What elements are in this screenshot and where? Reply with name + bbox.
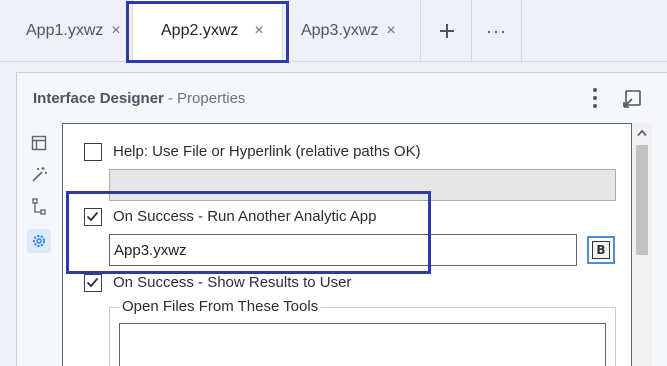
panel-subtitle: - Properties bbox=[167, 89, 246, 107]
browse-icon: B bbox=[592, 241, 610, 259]
browse-button[interactable]: B bbox=[587, 236, 615, 264]
close-icon[interactable]: × bbox=[386, 22, 395, 40]
more-tabs-button[interactable]: ··· bbox=[472, 0, 522, 62]
tab-label: App1.yxwz bbox=[26, 22, 104, 39]
help-checkbox[interactable] bbox=[84, 143, 102, 161]
undock-icon[interactable] bbox=[621, 88, 643, 110]
plus-icon bbox=[439, 24, 454, 38]
tab-app2[interactable]: App2.yxwz × bbox=[133, 0, 283, 62]
tab-label: App3.yxwz bbox=[301, 22, 379, 39]
vertical-scrollbar[interactable] bbox=[632, 123, 652, 366]
open-files-tool-list[interactable] bbox=[119, 323, 606, 366]
panel-header: Interface Designer - Properties bbox=[17, 73, 652, 123]
tab-app3[interactable]: App3.yxwz × bbox=[283, 0, 421, 62]
help-label: Help: Use File or Hyperlink (relative pa… bbox=[113, 143, 421, 160]
tab-label: App2.yxwz bbox=[161, 22, 239, 39]
ellipsis-icon: ··· bbox=[486, 20, 507, 41]
kebab-menu-icon[interactable] bbox=[589, 87, 601, 109]
run-app-checkbox[interactable] bbox=[84, 208, 102, 226]
gear-icon[interactable] bbox=[27, 229, 51, 253]
tree-icon[interactable] bbox=[27, 195, 51, 219]
run-app-path-input[interactable]: App3.yxwz bbox=[109, 234, 577, 266]
close-icon[interactable]: × bbox=[254, 22, 263, 40]
layout-icon[interactable] bbox=[27, 131, 51, 155]
help-path-input[interactable] bbox=[109, 169, 616, 201]
show-results-checkbox[interactable] bbox=[84, 274, 102, 292]
designer-toolbar bbox=[17, 123, 61, 366]
close-icon[interactable]: × bbox=[111, 22, 120, 40]
magic-wand-icon[interactable] bbox=[27, 163, 51, 187]
interface-designer-panel: Interface Designer - Properties Help: Us… bbox=[16, 72, 667, 366]
properties-content: Help: Use File or Hyperlink (relative pa… bbox=[62, 123, 632, 366]
new-tab-button[interactable] bbox=[422, 0, 472, 62]
scroll-up-icon[interactable] bbox=[632, 123, 652, 143]
run-app-label: On Success - Run Another Analytic App bbox=[113, 208, 377, 225]
document-tab-strip: App1.yxwz × App2.yxwz × App3.yxwz × ··· bbox=[0, 0, 667, 62]
scroll-thumb[interactable] bbox=[636, 145, 648, 255]
tab-app1[interactable]: App1.yxwz × bbox=[0, 0, 133, 62]
show-results-label: On Success - Show Results to User bbox=[113, 274, 352, 291]
open-files-label: Open Files From These Tools bbox=[119, 298, 322, 315]
panel-title: Interface Designer bbox=[33, 89, 164, 107]
